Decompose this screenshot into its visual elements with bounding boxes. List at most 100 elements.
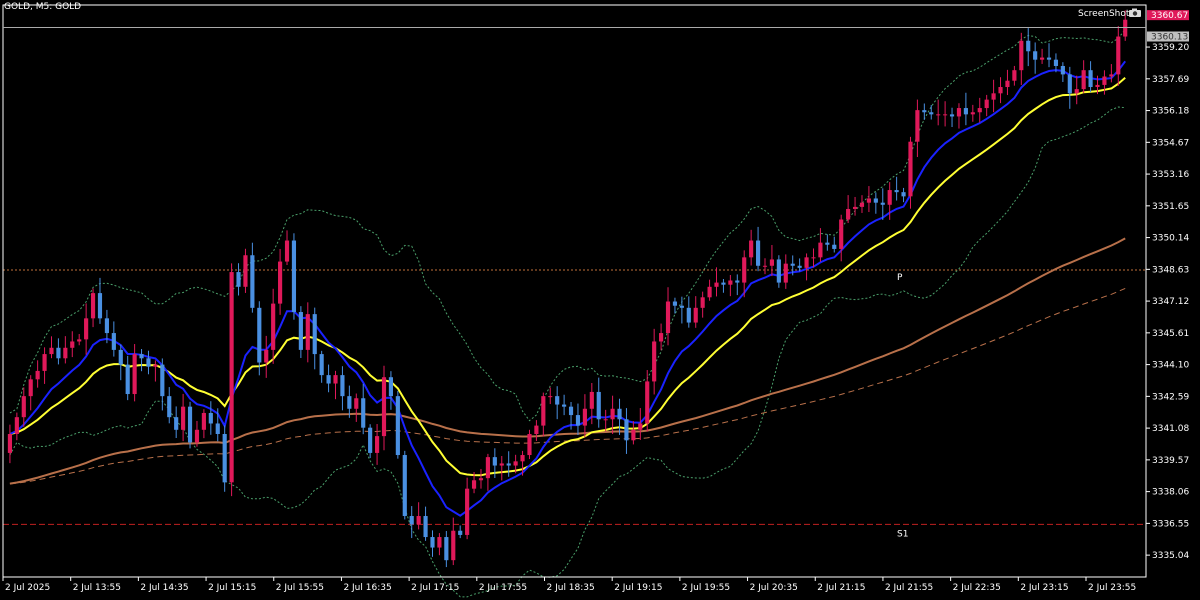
candle-body	[49, 347, 54, 355]
candle-body	[118, 349, 123, 365]
candle-body	[631, 429, 636, 441]
candle-body	[527, 434, 532, 456]
x-tick-label: 2 Jul 23:55	[1088, 583, 1136, 593]
candle-body	[395, 396, 400, 456]
x-tick-label: 2 Jul 19:15	[614, 583, 662, 593]
candle-body	[215, 423, 220, 434]
candle-body	[714, 282, 719, 287]
candle-body	[852, 206, 858, 209]
candle-body	[354, 398, 359, 409]
candle-body	[825, 242, 830, 245]
candle-body	[596, 391, 601, 420]
candle-body	[187, 406, 193, 443]
candle-body	[541, 396, 546, 426]
screenshot-label[interactable]: ScreenShot	[1078, 9, 1129, 19]
candle-body	[929, 112, 934, 115]
candle-body	[1005, 80, 1010, 88]
candle-body	[652, 341, 657, 382]
candle-body	[742, 257, 747, 283]
candle-body	[416, 516, 421, 525]
s1-label: S1	[897, 529, 908, 539]
candle-body	[402, 455, 407, 517]
candle-body	[326, 375, 331, 384]
x-tick-label: 2 Jul 23:15	[1020, 583, 1068, 593]
x-tick-label: 2 Jul 16:35	[343, 583, 391, 593]
candle-body	[340, 375, 345, 397]
candle-body	[811, 257, 816, 259]
candle-body	[298, 312, 303, 350]
candle-body	[77, 339, 82, 342]
candle-body	[506, 463, 511, 466]
candle-body	[201, 412, 206, 430]
candle-body	[659, 333, 664, 342]
y-tick-label: 3336.55	[1152, 519, 1189, 529]
candle-body	[1026, 40, 1031, 52]
y-tick-label: 3359.20	[1152, 43, 1189, 53]
x-tick-label: 2 Jul 15:55	[276, 583, 324, 593]
candle-body	[700, 297, 705, 308]
y-tick-label: 3347.12	[1152, 297, 1189, 307]
candle-body	[437, 537, 442, 548]
candle-body	[28, 379, 33, 397]
candle-body	[42, 354, 47, 371]
y-tick-label: 3342.59	[1152, 392, 1189, 402]
candle-body	[312, 314, 317, 355]
candle-body	[305, 314, 310, 350]
chart-root[interactable]: P S1 3359.20 3357.69 3356.18 3354.67 3353.16 3…	[0, 0, 1200, 600]
x-tick-label: 2 Jul 21:55	[885, 583, 933, 593]
candle-body	[513, 461, 518, 466]
candle-body	[679, 305, 684, 308]
candle-body	[783, 263, 788, 283]
candle-body	[146, 358, 151, 367]
candle-body	[104, 318, 109, 334]
candle-body	[1074, 89, 1079, 94]
candle-body	[1060, 65, 1065, 75]
candle-body	[451, 530, 456, 561]
candle-body	[229, 272, 234, 483]
candle-body	[776, 259, 781, 283]
candle-body	[866, 198, 871, 203]
x-tick-label: 2 Jul 17:55	[479, 583, 527, 593]
candle-body	[762, 265, 768, 267]
candle-body	[84, 318, 89, 340]
candle-body	[319, 354, 324, 376]
candle-body	[471, 480, 477, 489]
candle-body	[139, 354, 144, 359]
candle-body	[665, 301, 671, 334]
candle-body	[832, 244, 837, 249]
camera-icon[interactable]	[1128, 8, 1142, 18]
candle-body	[194, 429, 200, 443]
candle-body	[97, 293, 103, 319]
x-tick-label: 2 Jul 19:55	[682, 583, 730, 593]
candle-body	[790, 263, 795, 266]
candle-body	[610, 408, 615, 420]
candle-body	[818, 242, 823, 258]
candle-body	[638, 423, 643, 430]
candle-body	[444, 537, 449, 561]
candle-body	[1102, 76, 1107, 85]
candle-body	[894, 190, 899, 193]
candle-body	[381, 377, 387, 437]
candle-body	[347, 396, 352, 409]
candle-body	[728, 280, 733, 285]
candle-body	[208, 412, 213, 424]
candle-body	[174, 417, 179, 430]
price-chart[interactable]: P S1 3359.20 3357.69 3356.18 3354.67 3353.16 3…	[0, 0, 1200, 600]
candle-body	[755, 240, 761, 266]
candle-body	[839, 219, 844, 249]
candle-body	[769, 259, 775, 266]
candle-body	[936, 114, 941, 116]
candle-body	[222, 434, 227, 483]
candle-body	[548, 396, 553, 398]
candle-body	[963, 108, 968, 115]
x-tick-label: 2 Jul 21:15	[817, 583, 865, 593]
candle-body	[901, 192, 906, 197]
candle-body	[458, 530, 463, 535]
candle-body	[423, 516, 428, 538]
candle-body	[693, 307, 698, 323]
candle-body	[70, 341, 75, 348]
candle-body	[1012, 70, 1017, 81]
candle-body	[243, 255, 248, 287]
pivot-label: P	[897, 273, 903, 283]
candle-body	[922, 110, 927, 113]
